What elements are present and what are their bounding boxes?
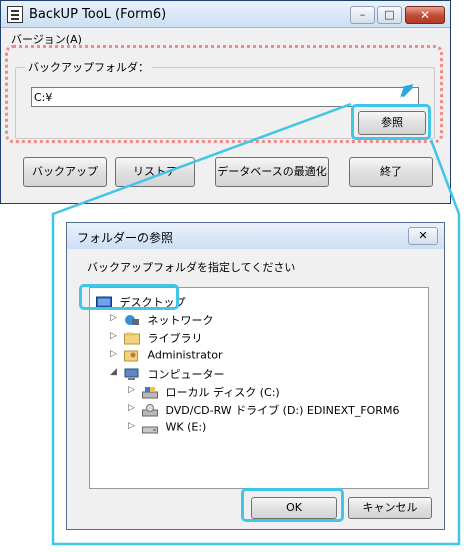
local-disk-icon [142,386,158,398]
exit-button[interactable]: 終了 [349,157,433,187]
desktop-icon [96,296,112,307]
expand-icon[interactable]: ▷ [110,313,117,323]
optimize-database-button[interactable]: データベースの最適化 [215,157,329,187]
close-button[interactable]: ✕ [405,6,445,24]
tree-item-library[interactable]: ▷ ライブラリ [110,330,203,346]
tree-item-label: DVD/CD-RW ドライブ (D:) EDINEXT_FORM6 [165,404,400,417]
dialog-title-bar[interactable]: フォルダーの参照 ✕ [67,223,444,249]
tree-item-wk-e[interactable]: ▷ WK (E:) [128,420,207,436]
tree-item-label: WK (E:) [165,420,207,434]
cancel-button[interactable]: キャンセル [348,497,432,519]
tree-item-label: コンピューター [147,368,225,381]
tree-item-desktop[interactable]: デスクトップ [96,294,186,310]
tree-item-label: デスクトップ [119,296,186,309]
network-icon [125,314,139,325]
dialog-instruction: バックアップフォルダを指定してください [87,261,296,274]
menu-version[interactable]: バージョン(A) [11,31,82,47]
folder-tree[interactable]: デスクトップ ▷ ネットワーク ▷ ライブラリ ▷ Administrator … [89,287,429,489]
expand-icon[interactable]: ▷ [128,421,135,431]
tree-item-label: ライブラリ [147,332,203,345]
computer-icon [124,368,139,380]
expand-icon[interactable]: ▷ [128,403,135,413]
backup-folder-label: バックアップフォルダ： [25,59,152,75]
usb-drive-icon [142,426,158,433]
tree-item-administrator[interactable]: ▷ Administrator [110,348,223,364]
restore-button[interactable]: リストア [115,157,195,187]
dialog-title: フォルダーの参照 [77,231,174,245]
backup-folder-path-input[interactable] [31,87,419,107]
tree-item-network[interactable]: ▷ ネットワーク [110,312,214,328]
menu-bar: バージョン(A) [1,29,450,47]
tree-item-dvd-drive-d[interactable]: ▷ DVD/CD-RW ドライブ (D:) EDINEXT_FORM6 [128,402,400,418]
tree-item-label: ローカル ディスク (C:) [165,386,280,399]
tree-item-label: Administrator [147,348,223,362]
collapse-icon[interactable]: ◢ [110,367,117,377]
app-icon [7,6,23,23]
title-bar[interactable]: BackUP TooL (Form6) – □ ✕ [1,1,450,28]
user-folder-icon [124,350,138,361]
minimize-button[interactable]: – [350,6,375,24]
expand-icon[interactable]: ▷ [128,385,135,395]
backup-tool-window: BackUP TooL (Form6) – □ ✕ バージョン(A) バックアッ… [0,0,451,204]
maximize-button[interactable]: □ [377,6,402,24]
dialog-close-button[interactable]: ✕ [408,227,438,245]
dvd-drive-icon [142,403,158,416]
tree-item-local-disk-c[interactable]: ▷ ローカル ディスク (C:) [128,384,280,400]
browse-button[interactable]: 参照 [358,111,426,135]
window-title: BackUP TooL (Form6) [29,7,167,22]
expand-icon[interactable]: ▷ [110,331,117,341]
tree-item-computer[interactable]: ◢ コンピューター [110,366,225,382]
backup-button[interactable]: バックアップ [23,157,107,187]
tree-item-label: ネットワーク [147,314,214,327]
expand-icon[interactable]: ▷ [110,349,117,359]
browse-folder-dialog: フォルダーの参照 ✕ バックアップフォルダを指定してください デスクトップ ▷ … [66,222,445,530]
ok-button[interactable]: OK [251,497,337,519]
library-icon [124,332,140,344]
